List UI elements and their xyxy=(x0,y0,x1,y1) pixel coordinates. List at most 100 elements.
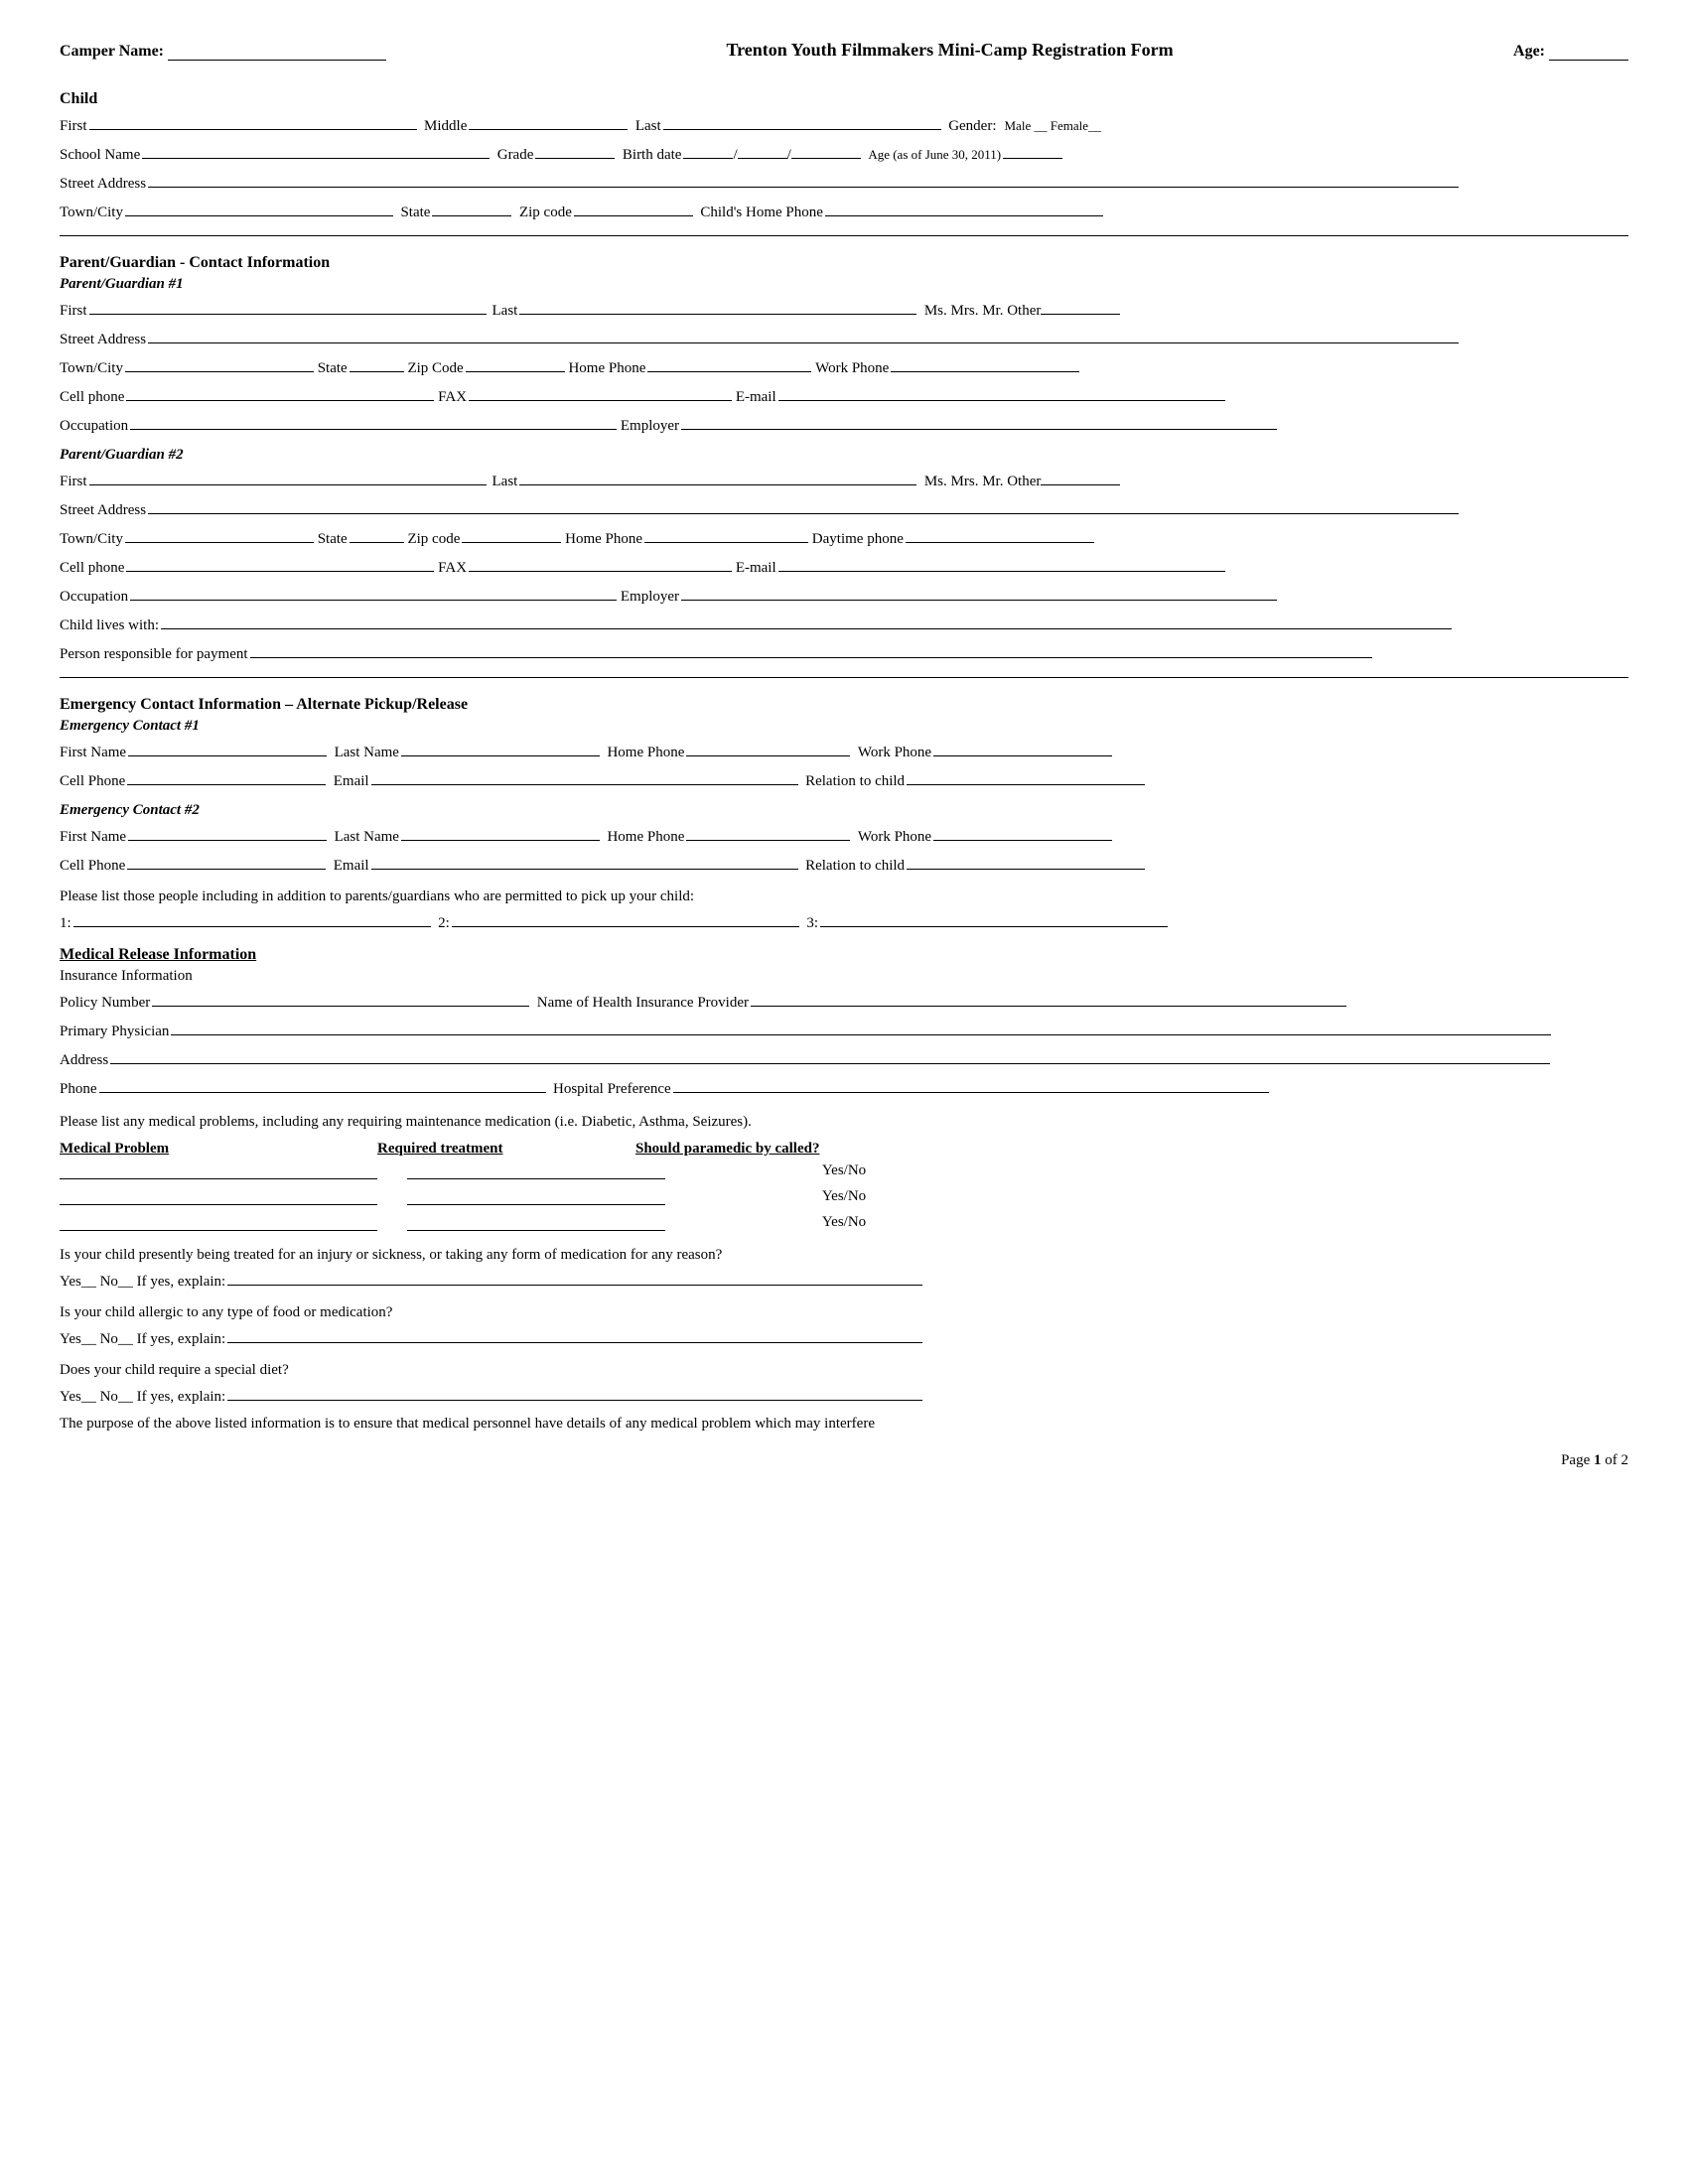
pg2-cell-label: Cell phone xyxy=(60,560,124,577)
child-last-input[interactable] xyxy=(663,112,941,130)
ec1-cell-input[interactable] xyxy=(127,767,326,785)
pg2-title-input[interactable] xyxy=(1041,468,1120,485)
form-header: Camper Name: Trenton Youth Filmmakers Mi… xyxy=(60,40,1628,61)
pg1-homephone-label: Home Phone xyxy=(568,360,645,377)
med-treatment-3[interactable] xyxy=(407,1213,665,1231)
med-problem-2[interactable] xyxy=(60,1187,377,1205)
page-number: Page 1 of 2 xyxy=(60,1452,1628,1469)
ec2-lastname-input[interactable] xyxy=(401,823,600,841)
ec1-relation-input[interactable] xyxy=(907,767,1145,785)
pg2-zip-label: Zip code xyxy=(407,531,460,548)
age-field: Age: xyxy=(1513,43,1628,61)
ec2-firstname-input[interactable] xyxy=(128,823,327,841)
injury-explain-input[interactable] xyxy=(227,1268,922,1286)
pg1-homephone-input[interactable] xyxy=(647,354,811,372)
ec1-cell-row: Cell Phone Email Relation to child xyxy=(60,767,1628,790)
pg2-town-input[interactable] xyxy=(125,525,314,543)
camper-name-input[interactable] xyxy=(168,43,386,61)
pg1-cell-input[interactable] xyxy=(126,383,434,401)
ec2-relation-input[interactable] xyxy=(907,852,1145,870)
policy-input[interactable] xyxy=(152,989,529,1007)
payment-input[interactable] xyxy=(250,640,1372,658)
med-treatment-1[interactable] xyxy=(407,1161,665,1179)
birthdate-year[interactable] xyxy=(791,141,861,159)
pg2-contact-row: Cell phone FAX E-mail xyxy=(60,554,1628,577)
state-input[interactable] xyxy=(432,199,511,216)
pg2-state-input[interactable] xyxy=(350,525,404,543)
ec2-workphone-input[interactable] xyxy=(933,823,1112,841)
med-problem-3[interactable] xyxy=(60,1213,377,1231)
hospital-input[interactable] xyxy=(673,1075,1269,1093)
pg1-title-input[interactable] xyxy=(1041,297,1120,315)
ec2-cell-row: Cell Phone Email Relation to child xyxy=(60,852,1628,875)
town-input[interactable] xyxy=(125,199,393,216)
allergy-explain-input[interactable] xyxy=(227,1325,922,1343)
street-input[interactable] xyxy=(148,170,1459,188)
pg2-homephone-input[interactable] xyxy=(644,525,808,543)
pg2-email-input[interactable] xyxy=(778,554,1225,572)
pg2-zip-input[interactable] xyxy=(462,525,561,543)
ec2-cell-input[interactable] xyxy=(127,852,326,870)
pg1-fax-input[interactable] xyxy=(469,383,732,401)
emergency-section: Emergency Contact Information – Alternat… xyxy=(60,696,1628,932)
yes-no-2: Yes/No xyxy=(822,1188,866,1204)
pg1-first-input[interactable] xyxy=(89,297,487,315)
pickup-note: Please list those people including in ad… xyxy=(60,888,1628,905)
parent-section-title: Parent/Guardian - Contact Information xyxy=(60,254,1628,272)
table-row: Yes/No xyxy=(60,1187,1628,1205)
pg1-employer-input[interactable] xyxy=(681,412,1277,430)
pg2-last-input[interactable] xyxy=(519,468,916,485)
age-input[interactable] xyxy=(1549,43,1628,61)
pg1-last-input[interactable] xyxy=(519,297,916,315)
physician-input[interactable] xyxy=(171,1018,1551,1035)
ec2-homephone-input[interactable] xyxy=(686,823,850,841)
pg2-street-input[interactable] xyxy=(148,496,1459,514)
ec1-homephone-input[interactable] xyxy=(686,739,850,756)
med-problem-1[interactable] xyxy=(60,1161,377,1179)
injury-yes-no-label: Yes__ No__ If yes, explain: xyxy=(60,1274,225,1291)
pg1-town-input[interactable] xyxy=(125,354,314,372)
pg2-occ-input[interactable] xyxy=(130,583,617,601)
pickup-3-input[interactable] xyxy=(820,909,1168,927)
ec1-firstname-input[interactable] xyxy=(128,739,327,756)
zip-input[interactable] xyxy=(574,199,693,216)
med-address-label: Address xyxy=(60,1052,108,1069)
pg1-occ-input[interactable] xyxy=(130,412,617,430)
pg1-zip-input[interactable] xyxy=(466,354,565,372)
childlives-input[interactable] xyxy=(161,612,1452,629)
school-input[interactable] xyxy=(142,141,490,159)
med-treatment-2[interactable] xyxy=(407,1187,665,1205)
pg1-cell-label: Cell phone xyxy=(60,389,124,406)
ec1-email-input[interactable] xyxy=(371,767,798,785)
pg1-workphone-input[interactable] xyxy=(891,354,1079,372)
pg2-fax-input[interactable] xyxy=(469,554,732,572)
child-first-input[interactable] xyxy=(89,112,417,130)
pg2-daytime-input[interactable] xyxy=(906,525,1094,543)
homephone-input[interactable] xyxy=(825,199,1103,216)
pg2-street-row: Street Address xyxy=(60,496,1628,519)
child-age-input[interactable] xyxy=(1003,141,1062,159)
ec1-name-row: First Name Last Name Home Phone Work Pho… xyxy=(60,739,1628,761)
emergency-section-title: Emergency Contact Information – Alternat… xyxy=(60,696,1628,714)
med-address-input[interactable] xyxy=(110,1046,1550,1064)
pg2-first-input[interactable] xyxy=(89,468,487,485)
pg1-street-input[interactable] xyxy=(148,326,1459,343)
ec2-email-input[interactable] xyxy=(371,852,798,870)
grade-input[interactable] xyxy=(535,141,615,159)
insurance-provider-input[interactable] xyxy=(751,989,1346,1007)
med-phone-input[interactable] xyxy=(99,1075,546,1093)
pickup-2-input[interactable] xyxy=(452,909,799,927)
pickup-1-label: 1: xyxy=(60,915,71,932)
diet-explain-input[interactable] xyxy=(227,1383,922,1401)
pg2-cell-input[interactable] xyxy=(126,554,434,572)
ec1-lastname-input[interactable] xyxy=(401,739,600,756)
pg1-email-input[interactable] xyxy=(778,383,1225,401)
pg1-state-input[interactable] xyxy=(350,354,404,372)
birthdate-day[interactable] xyxy=(738,141,787,159)
child-middle-input[interactable] xyxy=(469,112,628,130)
pickup-1-input[interactable] xyxy=(73,909,431,927)
pg1-employer-label: Employer xyxy=(621,418,679,435)
pg2-employer-input[interactable] xyxy=(681,583,1277,601)
birthdate-month[interactable] xyxy=(683,141,733,159)
ec1-workphone-input[interactable] xyxy=(933,739,1112,756)
